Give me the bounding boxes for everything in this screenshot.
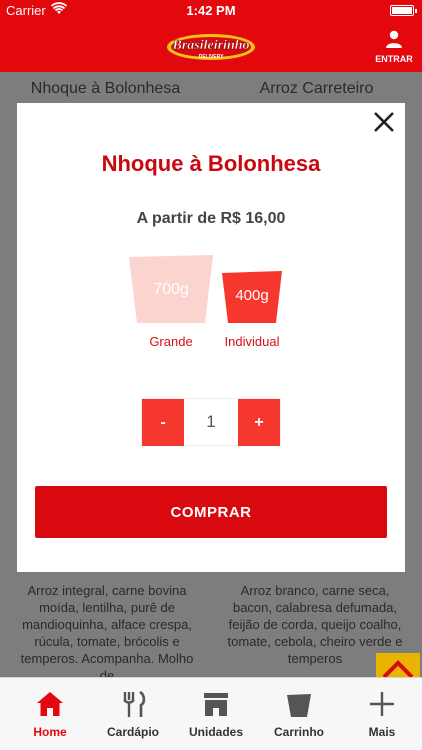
cup-icon: 700g [129,251,213,323]
size-weight: 700g [153,281,189,298]
tab-unidades[interactable]: Unidades [174,678,258,750]
tab-mais[interactable]: Mais [340,678,422,750]
top-nav: Brasileirinho DELIVERY ENTRAR [0,22,422,72]
tab-home[interactable]: Home [8,678,92,750]
tab-label: Carrinho [273,725,324,739]
tab-label: Home [33,725,67,739]
plus-icon [370,692,394,716]
price-label: A partir de R$ 16,00 [136,210,286,227]
store-icon [204,693,228,716]
size-option-large[interactable]: 700g Grande [129,251,213,353]
clock: 1:42 PM [186,3,236,18]
tab-bar: Home Cardápio Unidades Carrinho Mais [0,677,422,750]
quantity-stepper: - 1 + [141,398,281,446]
quantity-value[interactable]: 1 [184,412,238,432]
product-title-left: Nhoque à Bolonhesa [30,80,181,97]
login-label: ENTRAR [375,54,413,64]
status-bar: Carrier 1:42 PM [0,0,422,22]
size-option-individual[interactable]: 400g Individual [220,271,284,353]
product-modal: Nhoque à Bolonhesa A partir de R$ 16,00 … [17,103,405,572]
brand-logo: Brasileirinho DELIVERY [167,34,255,60]
increase-button[interactable]: + [238,399,280,446]
decrease-button[interactable]: - [142,399,184,446]
tab-carrinho[interactable]: Carrinho [257,678,341,750]
modal-title: Nhoque à Bolonhesa [101,151,321,176]
close-icon [374,112,394,132]
cup-icon [287,694,311,717]
tab-label: Cardápio [106,725,159,739]
home-icon [37,692,63,716]
tab-label: Unidades [188,725,243,739]
cutlery-icon [123,690,146,717]
size-label: Individual [224,334,280,349]
scroll-top-button[interactable] [376,653,420,677]
battery-icon [390,5,417,16]
cup-icon: 400g [222,271,282,323]
chevron-up-icon [382,660,414,677]
login-button[interactable]: ENTRAR [374,30,414,64]
buy-button[interactable]: COMPRAR [35,486,387,538]
close-button[interactable] [369,107,399,137]
brand-logo-sub: DELIVERY [199,54,224,60]
brand-logo-text: Brasileirinho [171,38,249,53]
user-icon [386,30,402,48]
tab-label: Mais [368,725,396,739]
size-label: Grande [149,334,193,349]
product-desc-left: Arroz integral, carne bovina moída, lent… [20,583,194,677]
tab-cardapio[interactable]: Cardápio [91,678,175,750]
size-weight: 400g [235,287,269,304]
product-title-right: Arroz Carreteiro [259,80,374,97]
